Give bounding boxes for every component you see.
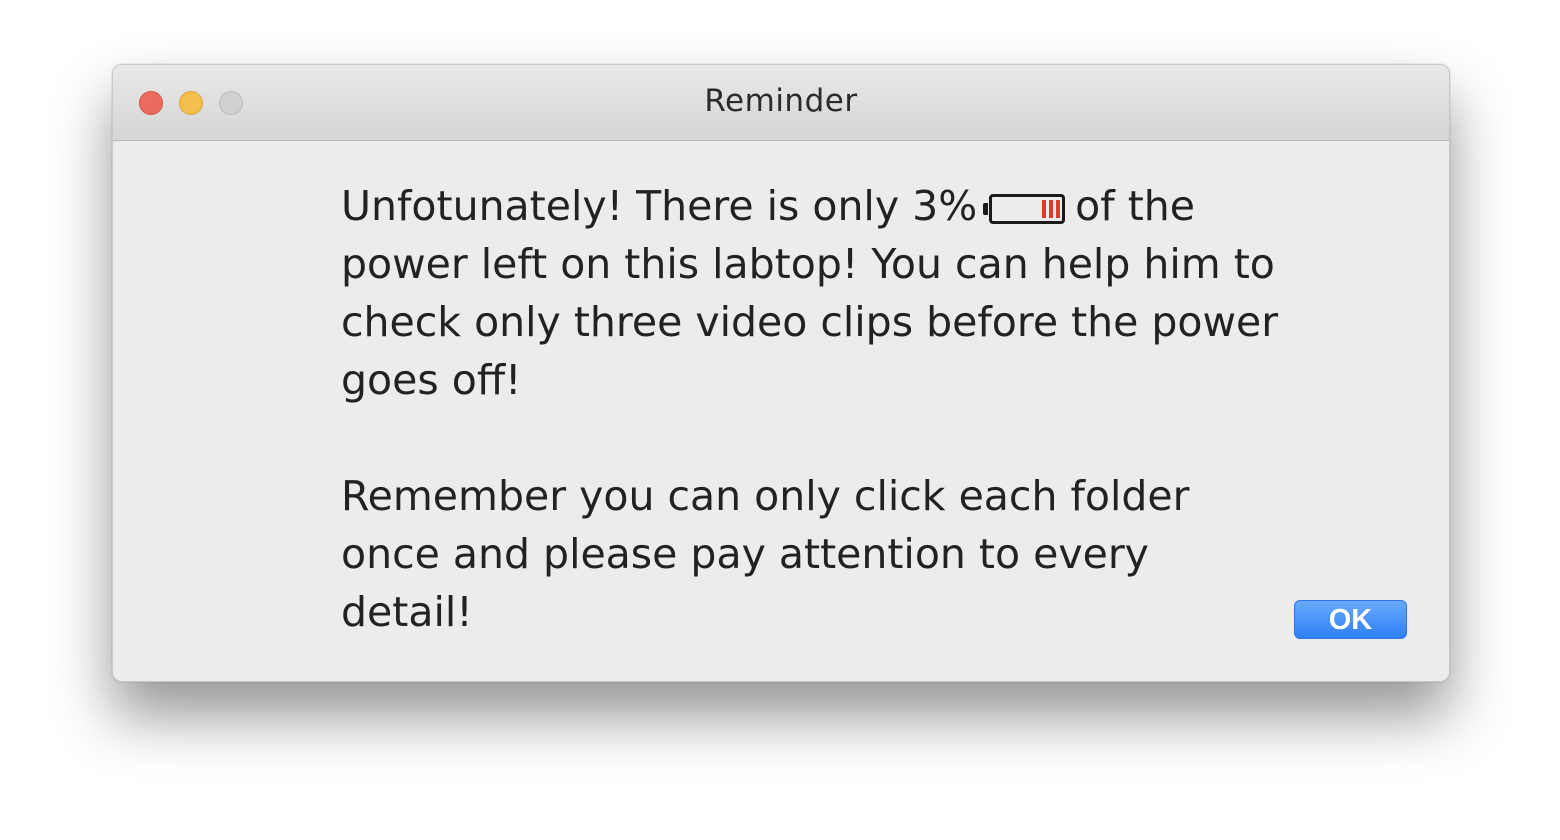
battery-cell: [1056, 200, 1061, 218]
message-paragraph-2: Remember you can only click each folder …: [341, 472, 1190, 636]
battery-cell: [1049, 200, 1054, 218]
ok-button[interactable]: OK: [1294, 600, 1407, 639]
message-paragraph-1-start: Unfotunately! There is only 3%: [341, 182, 978, 230]
battery-cell: [1042, 200, 1047, 218]
message-text: Unfotunately! There is only 3% of the pow…: [341, 177, 1281, 641]
title-bar[interactable]: Reminder: [113, 65, 1449, 141]
message-paragraph-1: Unfotunately! There is only 3% of the pow…: [341, 177, 1281, 409]
window-title: Reminder: [704, 83, 858, 119]
reminder-dialog: Reminder Unfotunately! There is only 3% o…: [112, 64, 1450, 682]
battery-low-icon: [983, 194, 1066, 224]
